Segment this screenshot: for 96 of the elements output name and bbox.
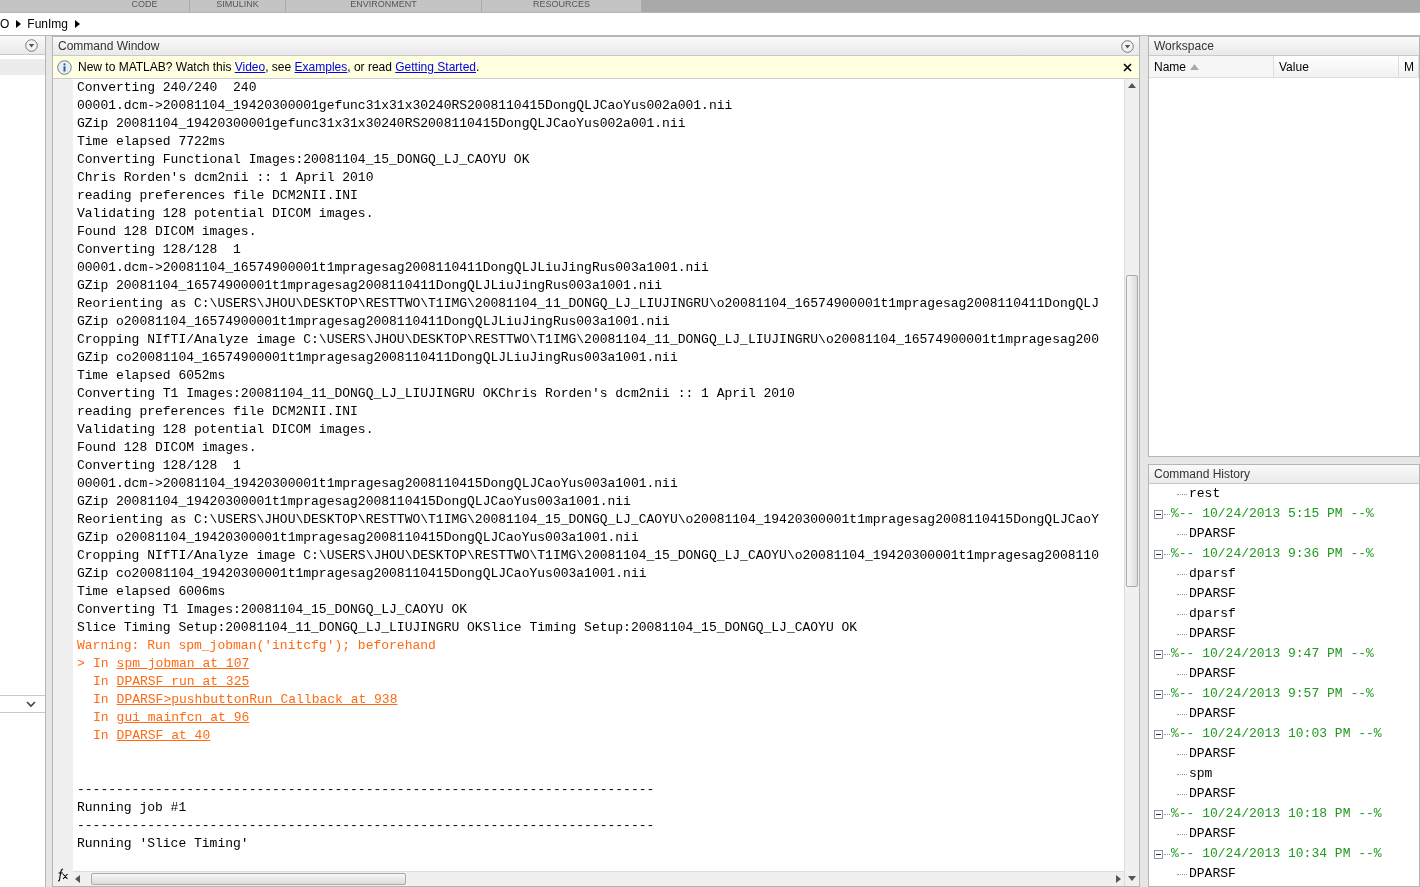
session-timestamp[interactable]: %-- 10/24/2013 9:36 PM --% xyxy=(1171,544,1374,564)
collapse-icon[interactable] xyxy=(1154,729,1163,739)
trace-label: In xyxy=(93,655,109,673)
warning-line: Warning: Run spm_jobman('initcfg'); beforehand xyxy=(77,637,436,655)
collapse-icon[interactable] xyxy=(1154,549,1163,559)
output-line: Running 'Slice Timing' xyxy=(77,835,249,853)
output-line: Cropping NIfTI/Analyze image C:\USERS\JHOU\DESKTOP\RESTTWO\T1IMG\20081104_11_DONGQ_LJ_LIUJINGRU\o20081104_16574900001t1mpragesag200 xyxy=(77,331,1099,349)
column-header[interactable]: Name xyxy=(1149,56,1274,77)
collapse-icon[interactable] xyxy=(1154,689,1163,699)
output-line: GZip co20081104_19420300001t1mpragesag2008110415DongQLJCaoYus003a1001.nii xyxy=(77,565,647,583)
history-command[interactable]: DPARSF xyxy=(1189,864,1236,884)
output-line: -------------------------------------------------------------------------- xyxy=(77,817,655,835)
output-line: Time elapsed 6006ms xyxy=(77,583,226,601)
history-command[interactable]: DPARSF xyxy=(1189,784,1236,804)
column-header[interactable]: M xyxy=(1399,56,1419,77)
horizontal-scrollbar[interactable] xyxy=(73,871,1124,886)
output-line: 00001.dcm->20081104_19420300001gefunc31x31x30240RS2008110415DongQLJCaoYus002a001.nii xyxy=(77,97,733,115)
panel-title: Workspace xyxy=(1154,38,1214,55)
history-command[interactable]: DPARSF xyxy=(1189,524,1236,544)
panel-title: Command History xyxy=(1154,466,1251,483)
session-timestamp[interactable]: %-- 10/24/2013 9:47 PM --% xyxy=(1171,644,1374,664)
output-line: GZip co20081104_16574900001t1mpragesag2008110411DongQLJLiuJingRus003a1001.nii xyxy=(77,349,678,367)
collapse-icon[interactable] xyxy=(1154,509,1163,519)
history-command[interactable]: dparsf xyxy=(1189,604,1236,624)
output-line: reading preferences file DCM2NII.INI xyxy=(77,403,358,421)
history-command[interactable]: DPARSF xyxy=(1189,664,1236,684)
panel-title: Command Window xyxy=(58,38,160,55)
path-segment[interactable]: FunImg xyxy=(27,15,69,33)
output-line: reading preferences file DCM2NII.INI xyxy=(77,187,358,205)
scrollbar-thumb[interactable] xyxy=(91,873,406,885)
history-command[interactable]: rest xyxy=(1189,484,1221,504)
info-icon xyxy=(57,59,72,75)
history-command[interactable]: dparsf xyxy=(1189,564,1236,584)
trace-label: In xyxy=(93,727,109,745)
panel-menu-icon[interactable] xyxy=(1121,39,1134,53)
history-command[interactable]: DPARSF xyxy=(1189,704,1236,724)
chevron-right-icon[interactable] xyxy=(75,20,81,28)
session-timestamp[interactable]: %-- 10/24/2013 10:18 PM --% xyxy=(1171,804,1382,824)
sort-up-icon xyxy=(1190,63,1199,70)
output-line: GZip 20081104_16574900001t1mpragesag2008110411DongQLJLiuJingRus003a1001.nii xyxy=(77,277,663,295)
history-command[interactable]: DPARSF xyxy=(1189,584,1236,604)
output-line: Chris Rorden's dcm2nii :: 1 April 2010 xyxy=(77,169,374,187)
trace-label: In xyxy=(93,673,109,691)
scroll-down-icon[interactable] xyxy=(1128,876,1136,882)
session-timestamp[interactable]: %-- 10/24/2013 9:57 PM --% xyxy=(1171,684,1374,704)
collapse-icon[interactable] xyxy=(1154,849,1163,859)
output-line: Converting 240/240 240 xyxy=(77,79,257,97)
output-line: Running job #1 xyxy=(77,799,187,817)
collapse-icon[interactable] xyxy=(1154,649,1163,659)
help-link[interactable]: Getting Started xyxy=(395,60,476,74)
path-segment[interactable]: O xyxy=(0,15,10,33)
chevron-down-icon[interactable] xyxy=(26,700,36,708)
scroll-left-icon[interactable] xyxy=(75,875,81,883)
output-line: Time elapsed 7722ms xyxy=(77,133,226,151)
output-line: Converting 128/128 1 xyxy=(77,457,241,475)
output-line: GZip o20081104_19420300001t1mpragesag2008110415DongQLJCaoYus003a1001.nii xyxy=(77,529,639,547)
output-line: Converting Functional Images:20081104_15_DONGQ_LJ_CAOYU OK xyxy=(77,151,530,169)
history-command[interactable]: DPARSF xyxy=(1189,624,1236,644)
output-line: GZip 20081104_19420300001gefunc31x31x30240RS2008110415DongQLJCaoYus002a001.nii xyxy=(77,115,686,133)
scrollbar-thumb[interactable] xyxy=(1126,275,1138,587)
output-line: Validating 128 potential DICOM images. xyxy=(77,421,374,439)
close-icon[interactable] xyxy=(1123,62,1132,72)
info-message: New to MATLAB? Watch this Video, see Examples, or read Getting Started. xyxy=(78,59,481,76)
history-command[interactable]: spm xyxy=(1189,764,1213,784)
panel-menu-icon[interactable] xyxy=(25,38,38,52)
trace-label: In xyxy=(93,691,109,709)
session-timestamp[interactable]: %-- 10/24/2013 10:34 PM --% xyxy=(1171,844,1382,864)
output-line: 00001.dcm->20081104_19420300001t1mpragesag2008110415DongQLJCaoYus003a1001.nii xyxy=(77,475,678,493)
trace-label: In xyxy=(93,709,109,727)
column-header[interactable]: Value xyxy=(1274,56,1399,77)
output-line: 00001.dcm->20081104_16574900001t1mpragesag2008110411DongQLJLiuJingRus003a1001.nii xyxy=(77,259,709,277)
output-line: Found 128 DICOM images. xyxy=(77,439,257,457)
scroll-up-icon[interactable] xyxy=(1128,83,1136,89)
output-line: Reorienting as C:\USERS\JHOU\DESKTOP\RESTTWO\T1IMG\20081104_15_DONGQ_LJ_CAOYU\o20081104_19420300001t1mpragesag2008110415DongQLJCaoY xyxy=(77,511,1099,529)
collapse-icon[interactable] xyxy=(1154,809,1163,819)
output-line: Cropping NIfTI/Analyze image C:\USERS\JHOU\DESKTOP\RESTTWO\T1IMG\20081104_15_DONGQ_LJ_CAOYU\o20081104_19420300001t1mpragesag2008110 xyxy=(77,547,1099,565)
output-line: Reorienting as C:\USERS\JHOU\DESKTOP\RESTTWO\T1IMG\20081104_11_DONGQ_LJ_LIUJINGRU\o20081104_16574900001t1mpragesag2008110411DongQLJ xyxy=(77,295,1099,313)
output-line: Converting 128/128 1 xyxy=(77,241,241,259)
output-line: Slice Timing Setup:20081104_11_DONGQ_LJ_LIUJINGRU OKSlice Timing Setup:20081104_15_DONGQ_LJ_CAOYU OK xyxy=(77,619,858,637)
scroll-right-icon[interactable] xyxy=(1116,875,1122,883)
session-timestamp[interactable]: %-- 10/24/2013 10:03 PM --% xyxy=(1171,724,1382,744)
output-line: Validating 128 potential DICOM images. xyxy=(77,205,374,223)
history-command[interactable]: DPARSF xyxy=(1189,744,1236,764)
history-command[interactable]: DPARSF xyxy=(1189,824,1236,844)
trace-marker: > xyxy=(77,656,85,671)
output-line: GZip o20081104_16574900001t1mpragesag2008110411DongQLJLiuJingRus003a1001.nii xyxy=(77,313,670,331)
output-line: Converting T1 Images:20081104_15_DONGQ_LJ_CAOYU OK xyxy=(77,601,468,619)
function-icon[interactable] xyxy=(57,868,69,882)
output-line: GZip 20081104_19420300001t1mpragesag2008110415DongQLJCaoYus003a1001.nii xyxy=(77,493,631,511)
output-line: Converting T1 Images:20081104_11_DONGQ_LJ_LIUJINGRU OKChris Rorden's dcm2nii :: 1 April 2010 xyxy=(77,385,795,403)
vertical-scrollbar[interactable] xyxy=(1124,79,1139,886)
output-line: -------------------------------------------------------------------------- xyxy=(77,781,655,799)
output-line: Time elapsed 6052ms xyxy=(77,367,226,385)
output-line: Found 128 DICOM images. xyxy=(77,223,257,241)
session-timestamp[interactable]: %-- 10/24/2013 5:15 PM --% xyxy=(1171,504,1374,524)
chevron-right-icon[interactable] xyxy=(16,20,22,28)
